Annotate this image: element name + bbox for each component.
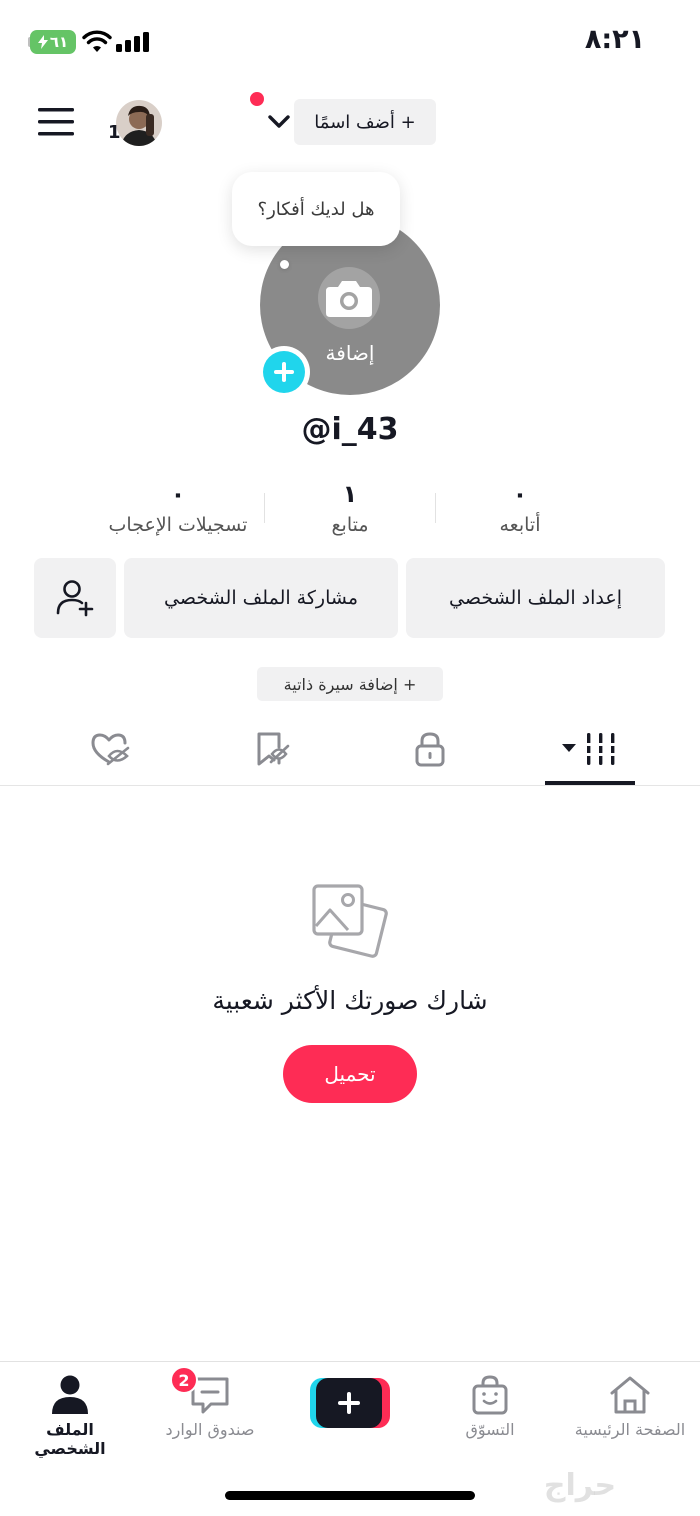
shopping-bag-icon — [472, 1375, 508, 1415]
battery-level: ٦١ — [49, 33, 69, 51]
home-icon — [610, 1376, 650, 1414]
followers-count: ١ — [342, 480, 358, 508]
add-user-icon — [56, 580, 94, 617]
nav-home-label: الصفحة الرئيسية — [574, 1420, 686, 1439]
photo-icon — [312, 884, 388, 958]
chevron-down-icon[interactable] — [266, 113, 292, 131]
empty-state-title: شارك صورتك الأكثر شعبية — [212, 986, 488, 1015]
username: @i_43 — [301, 412, 399, 447]
inbox-badge: 2 — [170, 1366, 198, 1394]
battery-icon: ٦١ — [30, 30, 76, 54]
home-indicator — [225, 1491, 475, 1500]
stat-divider — [264, 493, 265, 523]
following-label: أتابعه — [499, 514, 541, 536]
hidden-bookmark-icon[interactable] — [254, 731, 292, 767]
nav-profile-label: الملف الشخصي — [34, 1420, 106, 1458]
add-bio-button[interactable]: + إضافة سيرة ذاتية — [257, 667, 443, 701]
nav-inbox-label: صندوق الوارد — [165, 1420, 255, 1439]
create-plus-icon — [310, 1378, 390, 1428]
tabs-divider — [0, 785, 700, 786]
followers-label: متابع — [331, 514, 369, 536]
following-count: ٠ — [512, 480, 528, 508]
stat-followers[interactable]: ١ متابع — [280, 480, 420, 536]
plus-icon — [263, 351, 305, 393]
edit-profile-button[interactable]: إعداد الملف الشخصي — [406, 558, 665, 638]
account-count: 1 — [108, 122, 121, 143]
profile-icon — [52, 1375, 88, 1414]
hidden-likes-icon[interactable] — [89, 731, 131, 767]
lock-icon[interactable] — [413, 731, 447, 767]
nav-home[interactable]: الصفحة الرئيسية — [560, 1374, 700, 1439]
nav-shop-label: التسوّق — [465, 1420, 515, 1439]
bubble-tail — [280, 260, 289, 269]
bottom-nav-divider — [0, 1361, 700, 1362]
likes-count: ٠ — [170, 480, 186, 508]
ideas-bubble[interactable]: هل لديك أفكار؟ — [232, 172, 400, 246]
notification-dot — [250, 92, 264, 106]
create-button[interactable] — [310, 1376, 390, 1430]
likes-label: تسجيلات الإعجاب — [108, 514, 248, 536]
add-photo-button[interactable] — [258, 346, 310, 398]
add-name-button[interactable]: + أضف اسمًا — [294, 99, 436, 145]
wifi-icon — [82, 30, 112, 52]
nav-shop[interactable]: التسوّق — [440, 1374, 540, 1439]
upload-button[interactable]: تحميل — [283, 1045, 417, 1103]
tab-videos-grid[interactable] — [560, 731, 618, 767]
status-time: ٨:٢١ — [584, 24, 646, 55]
stat-divider — [435, 493, 436, 523]
stat-likes[interactable]: ٠ تسجيلات الإعجاب — [92, 480, 264, 536]
share-profile-button[interactable]: مشاركة الملف الشخصي — [124, 558, 398, 638]
avatar[interactable] — [116, 100, 162, 146]
add-friends-button[interactable] — [34, 558, 116, 638]
nav-profile[interactable]: الملف الشخصي — [10, 1374, 130, 1458]
stat-following[interactable]: ٠ أتابعه — [450, 480, 590, 536]
watermark-logo: حراج — [543, 1468, 617, 1503]
camera-icon — [326, 281, 372, 317]
signal-icon — [116, 32, 149, 52]
menu-icon[interactable] — [38, 108, 74, 136]
